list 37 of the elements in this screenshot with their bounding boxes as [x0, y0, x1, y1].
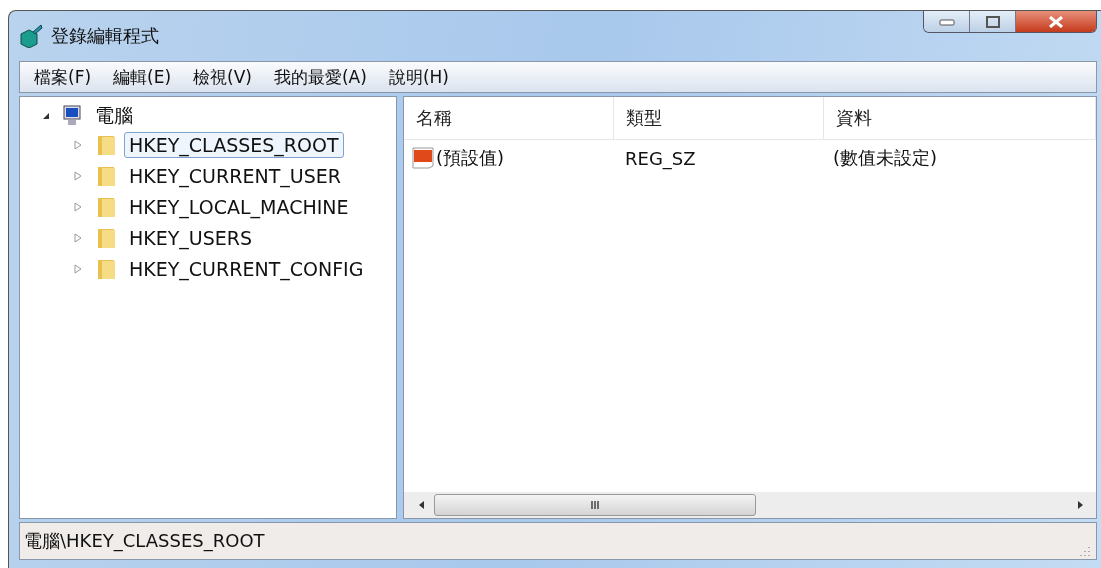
scroll-thumb[interactable] — [434, 494, 756, 516]
window-title: 登錄編輯程式 — [51, 24, 159, 48]
menu-item[interactable]: 檔案(F) — [34, 65, 92, 89]
folder-icon — [96, 226, 118, 249]
tree-item[interactable]: 電腦 — [90, 101, 138, 131]
folder-icon — [96, 133, 118, 156]
close-icon — [1048, 15, 1064, 28]
tree-item[interactable]: HKEY_USERS — [124, 224, 258, 251]
menu-item[interactable]: 檢視(V) — [193, 65, 252, 89]
scroll-left-icon[interactable] — [418, 500, 426, 510]
menu-item[interactable]: 我的最愛(A) — [273, 65, 367, 89]
resize-grip-icon[interactable] — [1080, 546, 1090, 556]
column-header[interactable]: 名稱 — [404, 97, 614, 139]
grip-icon — [590, 500, 600, 510]
close-button[interactable] — [1016, 11, 1096, 32]
tree-item[interactable]: HKEY_CURRENT_CONFIG — [124, 255, 369, 282]
status-bar-text: 電腦\HKEY_CLASSES_ROOT — [24, 529, 265, 553]
string-value-icon — [412, 147, 434, 169]
table-cell-text: REG_SZ — [624, 147, 697, 169]
table-cell-text: (數值未設定) — [832, 146, 939, 170]
minimize-button[interactable] — [924, 11, 970, 32]
tree-item[interactable]: HKEY_LOCAL_MACHINE — [124, 193, 354, 220]
menu-item[interactable]: 編輯(E) — [113, 65, 172, 89]
column-header[interactable]: 資料 — [824, 97, 1096, 139]
tree-item[interactable]: HKEY_CURRENT_USER — [124, 162, 346, 189]
folder-icon — [96, 164, 118, 187]
folder-icon — [96, 257, 118, 280]
menu-item[interactable]: 說明(H) — [388, 65, 449, 89]
maximize-button[interactable] — [970, 11, 1016, 32]
column-header[interactable]: 類型 — [614, 97, 824, 139]
maximize-icon — [985, 15, 1000, 28]
horizontal-scrollbar[interactable] — [404, 492, 1096, 518]
scroll-right-icon[interactable] — [1076, 500, 1084, 510]
table-cell: (預設值) — [436, 146, 505, 170]
tree-item[interactable]: HKEY_CLASSES_ROOT — [124, 131, 344, 158]
folder-icon — [96, 195, 118, 218]
minimize-icon — [938, 17, 955, 26]
